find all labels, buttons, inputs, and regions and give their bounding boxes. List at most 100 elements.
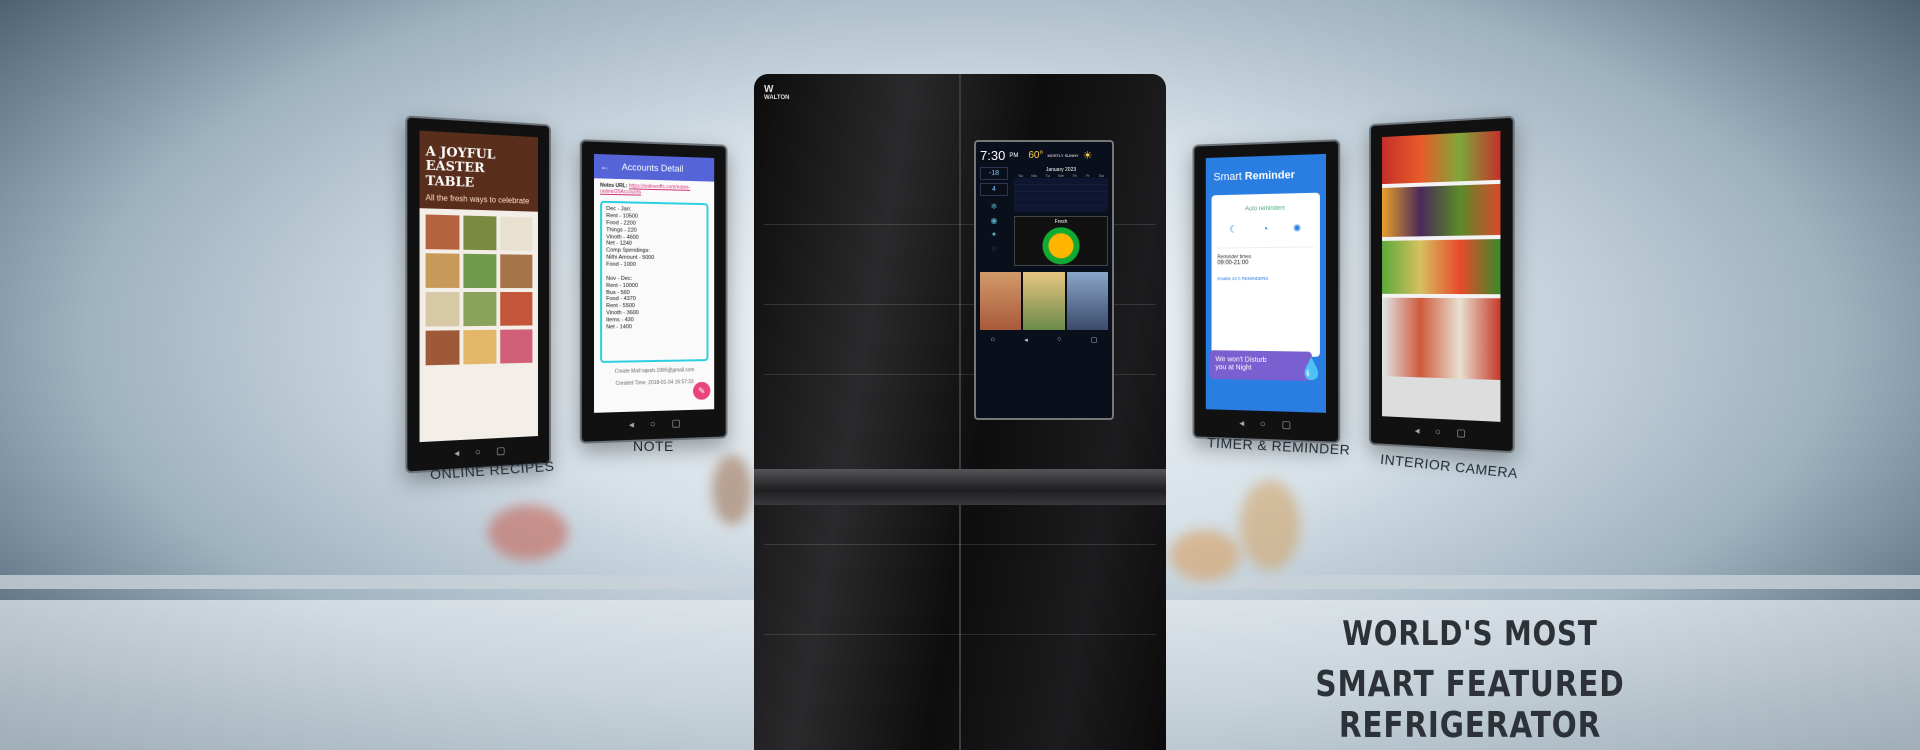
feature-label-camera: INTERIOR CAMERA (1379, 450, 1519, 482)
recipe-thumb[interactable] (500, 254, 533, 289)
display-top-row: 7:30 PM 60° MOSTLY SUNNY ☀ (976, 142, 1112, 165)
softkeys: ◂ ○ ▢ (1414, 425, 1466, 440)
feature-label-note: NOTE (633, 438, 674, 454)
edit-fab-icon[interactable]: ✎ (693, 381, 711, 400)
bread-blur (1170, 530, 1240, 580)
weather-desc: MOSTLY SUNNY (1047, 153, 1079, 158)
reminder-mode-icons: ☾ ◔ ✺ (1217, 223, 1314, 236)
headline-line2: SMART FEATURED REFRIGERATOR (1315, 664, 1625, 746)
shelf-vegetables (1382, 239, 1501, 295)
brand-logo-mark: W (764, 84, 774, 95)
recipe-thumb[interactable] (463, 253, 497, 288)
recipe-grid (420, 208, 538, 371)
weekday-label: Su (1018, 173, 1024, 178)
calendar-days (1014, 178, 1108, 212)
note-header-title: Accounts Detail (621, 161, 684, 174)
family-photo[interactable] (1066, 272, 1108, 330)
note-screen: ← Accounts Detail Notes URL: https://onl… (594, 153, 715, 413)
note-tablet[interactable]: ← Accounts Detail Notes URL: https://onl… (579, 139, 728, 444)
weekday-label: Mo (1031, 173, 1037, 178)
recipes-screen: A JOYFUL EASTER TABLE All the fresh ways… (419, 130, 538, 443)
kitchen-counter-left (0, 575, 740, 589)
photo-strip (976, 272, 1112, 330)
display-middle: -18 4 ❄ ◉ ✦ ◌ January 2023 Su Mo Tu We Th Fr Sa F… (976, 165, 1112, 268)
fridge-display[interactable]: 7:30 PM 60° MOSTLY SUNNY ☀ -18 4 ❄ ◉ ✦ ◌ Ja… (974, 140, 1114, 420)
recipe-thumb[interactable] (425, 291, 460, 327)
clock-ampm: PM (1009, 152, 1019, 159)
reminder-tablet[interactable]: Smart Reminder Auto reminders ☾ ◔ ✺ Remi… (1192, 139, 1341, 444)
night-banner: We won't Disturb you at Night (1209, 350, 1312, 381)
display-nav: ⌂ ◂ ○ ▢ (976, 336, 1112, 344)
interior-shelf (764, 634, 1156, 635)
fresh-image[interactable]: Fresh (1014, 216, 1108, 266)
bell-icon[interactable]: ☾ (1229, 224, 1238, 235)
clock-time: 7:30 (980, 148, 1006, 163)
softkeys: ◂ ○ ▢ (628, 418, 681, 431)
recipe-thumb[interactable] (463, 215, 497, 251)
brand-name: WALTON (764, 95, 790, 101)
recipe-thumb[interactable] (425, 253, 460, 288)
mode-icons[interactable]: ❄ ◉ ✦ ◌ (980, 200, 1008, 256)
note-creator: Create Mail:rajesh.1995@gmail.com (614, 367, 695, 375)
set-reminders-link[interactable]: Enable 24 h REMINDERS (1217, 276, 1314, 281)
reminder-card: Auto reminders ☾ ◔ ✺ Reminder times 09:0… (1211, 192, 1320, 357)
reminder-title-bold: Reminder (1244, 169, 1295, 183)
family-photo[interactable] (980, 272, 1022, 330)
interior-shelf (764, 544, 1156, 545)
recipe-thumb[interactable] (425, 330, 460, 366)
recipe-thumb[interactable] (463, 329, 497, 365)
temperature-panel: -18 4 ❄ ◉ ✦ ◌ (980, 167, 1008, 266)
recipe-thumb[interactable] (500, 329, 533, 364)
spice-rack-blur (712, 455, 752, 525)
kitchen-counter-right (1180, 575, 1920, 589)
note-header: ← Accounts Detail (594, 153, 715, 182)
recipe-thumb[interactable] (500, 291, 533, 326)
door-handle-bar[interactable] (754, 469, 1166, 505)
back-arrow-icon[interactable]: ← (600, 161, 609, 171)
menu-icon[interactable]: ▢ (1091, 336, 1098, 344)
note-textbox[interactable]: Dec - Jan: Rent - 10500 Food - 2200 Things … (600, 200, 709, 363)
shelf-fruits (1382, 183, 1501, 238)
recipes-tablet[interactable]: A JOYFUL EASTER TABLE All the fresh ways… (405, 115, 551, 474)
calendar-widget[interactable]: January 2023 Su Mo Tu We Th Fr Sa Fresh (1014, 167, 1108, 266)
recipes-title: A JOYFUL EASTER TABLE (419, 130, 538, 197)
home-icon[interactable]: ⌂ (991, 336, 995, 344)
auto-reminders[interactable]: Auto reminders (1217, 205, 1314, 213)
crisper-drawer (1382, 297, 1501, 381)
recipe-thumb[interactable] (500, 216, 533, 251)
family-photo[interactable] (1023, 272, 1065, 330)
note-line: Rent - 10000 (606, 282, 639, 289)
recipe-thumb[interactable] (463, 291, 497, 327)
fresh-label: Fresh (1054, 219, 1068, 225)
reminder-title-prefix: Smart (1213, 170, 1242, 184)
circle-icon[interactable]: ○ (1057, 336, 1061, 344)
note-line: Net - 1400 (606, 324, 632, 331)
weekday-label: We (1058, 173, 1064, 178)
brand-logo: W WALTON (764, 84, 789, 101)
camera-screen (1382, 130, 1501, 422)
back-icon[interactable]: ◂ (1024, 336, 1028, 344)
alarm-icon[interactable]: ◔ (1262, 224, 1268, 235)
weekday-label: Th (1072, 173, 1077, 178)
sun-icon[interactable]: ✺ (1293, 223, 1301, 234)
headline-line1: WORLD'S MOST (1342, 614, 1598, 654)
softkeys: ◂ ○ ▢ (1239, 418, 1292, 431)
fridge-temp[interactable]: 4 (980, 183, 1008, 196)
camera-tablet[interactable]: ◂ ○ ▢ (1369, 115, 1515, 454)
refrigerator: W WALTON 7:30 PM 60° MOSTLY SUNNY ☀ -18 … (754, 74, 1166, 750)
notes-url-row: Notes URL: https://onlineoffs.com/notes-… (594, 178, 714, 201)
reminder-screen: Smart Reminder Auto reminders ☾ ◔ ✺ Remi… (1205, 153, 1326, 413)
weekday-label: Tu (1045, 173, 1050, 178)
sleep-drop-icon: 💧 (1298, 358, 1324, 382)
night-line2: you at Night (1215, 364, 1252, 373)
weekday-label: Sa (1098, 173, 1104, 178)
weather-temp: 60° (1028, 150, 1044, 161)
recipe-thumb[interactable] (425, 214, 460, 250)
calendar-weekdays: Su Mo Tu We Th Fr Sa (1014, 173, 1108, 178)
shelf-strawberries (1382, 130, 1501, 185)
weather-sun-icon: ☀ (1082, 150, 1093, 162)
reminder-times-label: Reminder times (1217, 246, 1314, 261)
freezer-temp[interactable]: -18 (980, 167, 1008, 180)
reminder-times-value[interactable]: 09:00-21:00 (1217, 260, 1314, 266)
weekday-label: Fr (1085, 173, 1090, 178)
